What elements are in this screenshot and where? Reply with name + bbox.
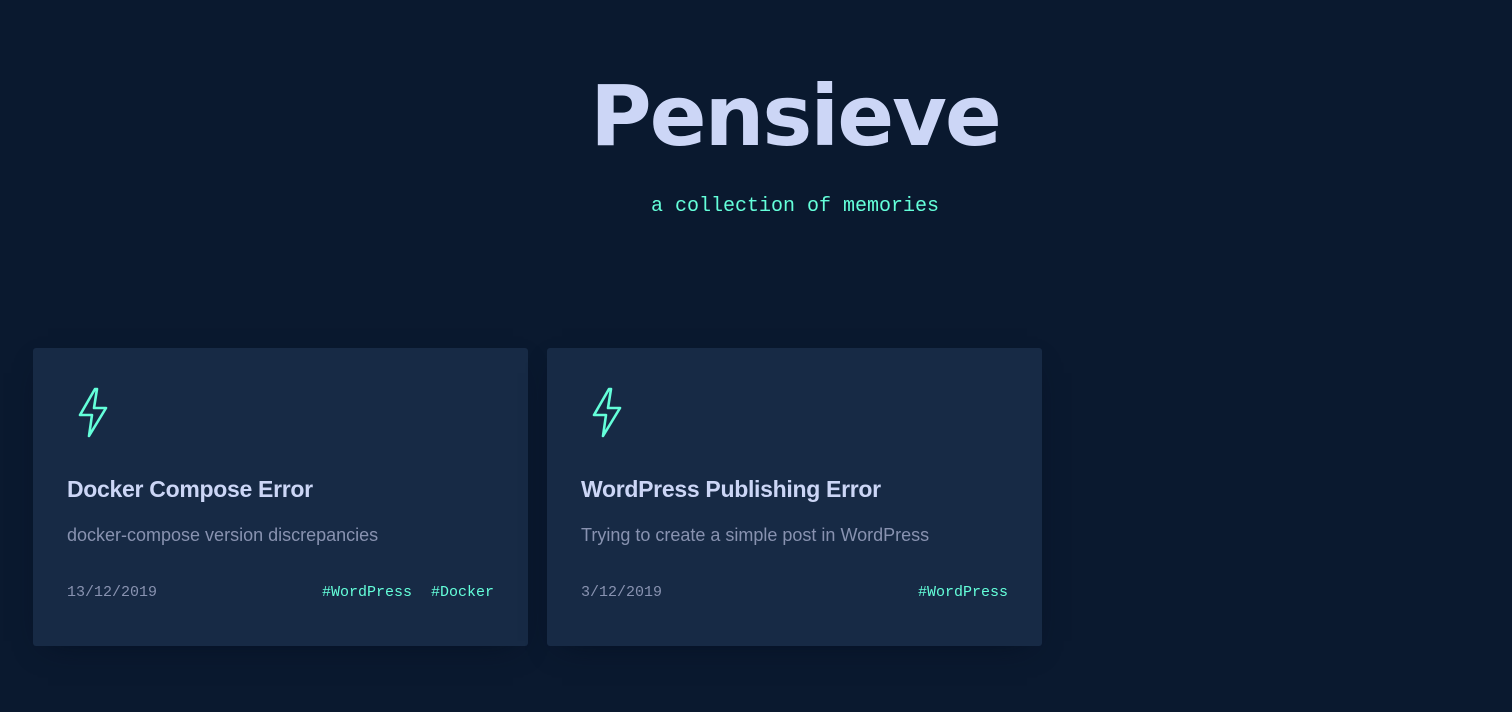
lightning-bolt-icon <box>592 387 622 438</box>
post-card-wordpress-publishing-error[interactable]: WordPress Publishing Error Trying to cre… <box>547 348 1042 646</box>
tag-wordpress[interactable]: #WordPress <box>322 584 412 602</box>
post-tags: #WordPress <box>918 584 1008 602</box>
post-tags: #WordPress #Docker <box>322 584 494 602</box>
post-title[interactable]: Docker Compose Error <box>67 474 313 504</box>
tag-docker[interactable]: #Docker <box>431 584 494 602</box>
lightning-bolt-icon <box>78 387 108 438</box>
post-title[interactable]: WordPress Publishing Error <box>581 474 881 504</box>
post-card-docker-compose-error[interactable]: Docker Compose Error docker-compose vers… <box>33 348 528 646</box>
post-date: 3/12/2019 <box>581 584 663 601</box>
post-description: docker-compose version discrepancies <box>67 525 379 545</box>
site-subtitle: a collection of memories <box>650 195 940 218</box>
post-description: Trying to create a simple post in WordPr… <box>581 525 930 545</box>
site-title: Pensieve <box>590 67 1002 165</box>
post-date: 13/12/2019 <box>67 584 158 601</box>
tag-wordpress[interactable]: #WordPress <box>918 584 1008 602</box>
